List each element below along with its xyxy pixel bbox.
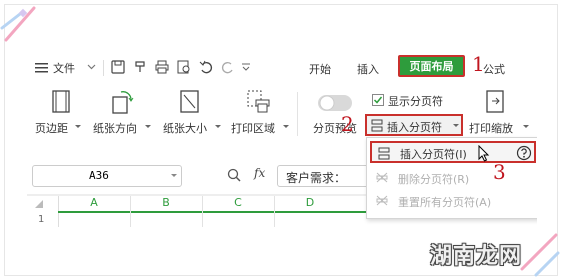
print-icon[interactable] — [155, 60, 169, 74]
paper-size-icon[interactable] — [179, 90, 201, 114]
orientation-button[interactable]: 纸张方向 — [93, 120, 137, 136]
show-page-breaks-checkbox[interactable] — [372, 94, 384, 106]
formula-input[interactable]: 客户需求： — [277, 165, 379, 187]
reset-page-breaks-icon — [376, 195, 388, 206]
tab-insert[interactable]: 插入 — [357, 61, 379, 77]
menu-item-reset-all-page-breaks[interactable]: 重置所有分页符(A) — [367, 190, 537, 212]
annotation-step-3: 3 — [493, 160, 506, 184]
undo-icon[interactable] — [199, 60, 213, 74]
save-icon[interactable] — [111, 60, 125, 74]
tab-home[interactable]: 开始 — [309, 61, 331, 77]
format-painter-icon[interactable] — [133, 60, 147, 74]
redo-icon[interactable] — [221, 60, 235, 74]
delete-page-break-icon — [376, 172, 388, 183]
orientation-icon[interactable] — [111, 90, 135, 114]
file-menu[interactable]: 文件 — [53, 60, 75, 76]
menu-item-delete-page-break[interactable]: 删除分页符(R) — [367, 167, 537, 189]
print-preview-icon[interactable] — [177, 60, 191, 74]
cell-reference: A36 — [89, 169, 109, 182]
insert-page-break-label: 插入分页符 — [387, 121, 442, 134]
title-toolbar: 文件 开始 插入 页面布局 1 公式 — [27, 52, 537, 82]
quick-access-more-icon[interactable] — [241, 62, 251, 72]
corner-decoration-icon — [0, 6, 36, 42]
insert-page-break-button[interactable]: 插入分页符 — [365, 114, 463, 136]
row-header-1[interactable]: 1 — [38, 214, 44, 225]
mouse-cursor-icon — [478, 145, 490, 162]
insert-page-break-dropdown-icon — [453, 124, 459, 127]
print-area-icon[interactable] — [247, 90, 271, 114]
fx-icon[interactable]: fx — [254, 166, 265, 180]
column-header-a[interactable]: A — [58, 196, 130, 211]
print-scaling-button[interactable]: 打印缩放 — [469, 120, 513, 136]
print-area-dropdown-icon[interactable] — [283, 125, 289, 129]
name-box-dropdown-icon[interactable] — [171, 174, 177, 178]
paper-size-dropdown-icon[interactable] — [215, 125, 221, 129]
insert-page-break-menu: 插入分页符(I) 删除分页符(R) 3 重置所有分页符(A) — [366, 137, 537, 219]
paper-size-button[interactable]: 纸张大小 — [163, 120, 207, 136]
hamburger-menu-icon[interactable] — [35, 62, 49, 73]
margins-icon[interactable] — [51, 90, 71, 114]
help-icon[interactable] — [516, 145, 532, 161]
name-box[interactable]: A36 — [32, 165, 182, 187]
menu-item-reset-label: 重置所有分页符(A) — [398, 196, 492, 209]
separator — [103, 60, 104, 76]
print-scaling-dropdown-icon[interactable] — [523, 125, 529, 129]
print-area-button[interactable]: 打印区域 — [231, 120, 275, 136]
page-break-preview-toggle[interactable] — [317, 94, 353, 112]
select-all-corner-icon[interactable] — [35, 200, 43, 208]
column-header-b[interactable]: B — [130, 196, 202, 211]
tab-formulas[interactable]: 公式 — [483, 61, 505, 77]
zoom-find-icon[interactable] — [227, 168, 241, 182]
formula-content: 客户需求： — [286, 171, 347, 185]
menu-item-delete-label: 删除分页符(R) — [398, 173, 470, 186]
chevron-down-icon[interactable] — [87, 64, 96, 70]
margins-dropdown-icon[interactable] — [75, 125, 81, 129]
column-header-c[interactable]: C — [202, 196, 274, 211]
insert-page-break-icon — [371, 119, 383, 132]
orientation-dropdown-icon[interactable] — [145, 125, 151, 129]
column-header-d[interactable]: D — [274, 196, 346, 211]
margins-button[interactable]: 页边距 — [35, 120, 68, 136]
menu-item-insert-page-break[interactable]: 插入分页符(I) — [370, 141, 536, 163]
insert-page-break-icon — [378, 147, 390, 160]
menu-item-insert-label: 插入分页符(I) — [400, 148, 467, 161]
tab-page-layout[interactable]: 页面布局 — [398, 55, 465, 77]
show-page-breaks-label: 显示分页符 — [388, 95, 443, 108]
print-scaling-icon[interactable] — [485, 90, 507, 114]
watermark-text: 湖南龙网 — [430, 244, 523, 269]
spreadsheet-window: 文件 开始 插入 页面布局 1 公式 显示分页符 页边距 纸张方向 纸张大小 打… — [27, 52, 537, 227]
ribbon-separator — [297, 92, 298, 136]
annotation-step-2: 2 — [341, 112, 354, 136]
